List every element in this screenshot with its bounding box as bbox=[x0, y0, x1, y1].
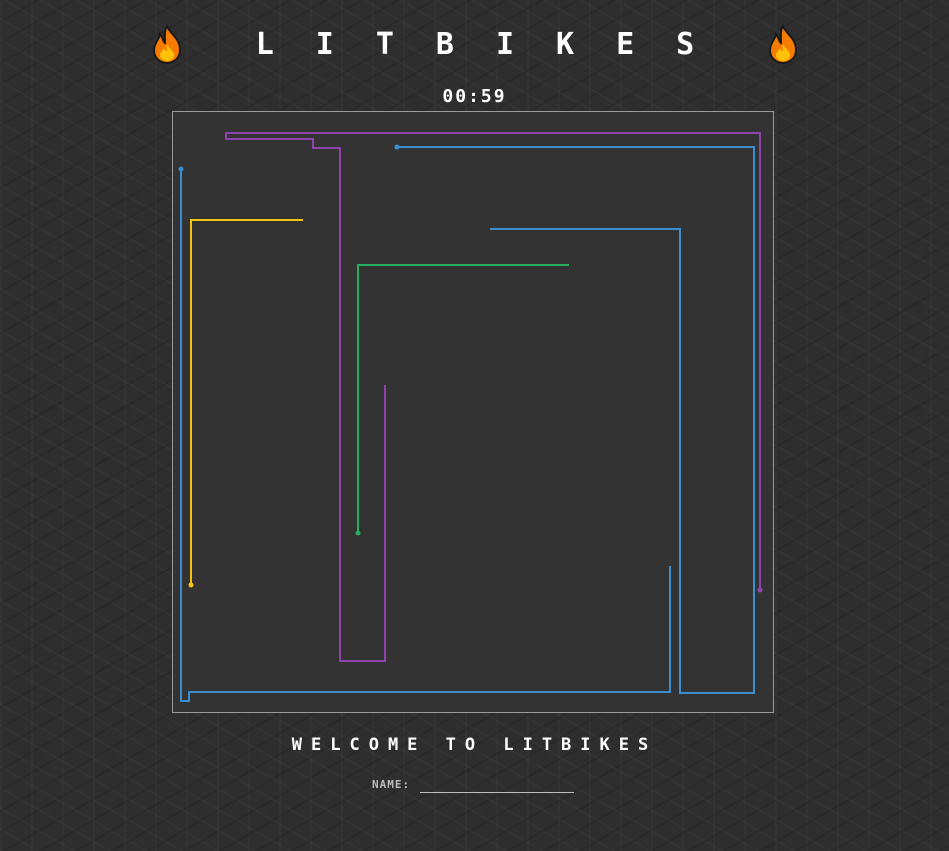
welcome-message: WELCOME TO LITBIKES bbox=[291, 735, 658, 755]
purple-bike bbox=[757, 587, 763, 593]
fire-icon bbox=[768, 24, 798, 64]
green-bike bbox=[355, 530, 361, 536]
yellow-trail bbox=[190, 219, 303, 585]
name-label: NAME: bbox=[372, 778, 411, 791]
blue-trail-2 bbox=[180, 169, 671, 702]
name-input[interactable] bbox=[420, 776, 575, 793]
page-title: LITBIKES bbox=[255, 26, 737, 62]
name-form: NAME: bbox=[372, 776, 575, 793]
blue-bike bbox=[394, 144, 400, 150]
yellow-bike bbox=[188, 582, 194, 588]
arena-canvas bbox=[178, 132, 763, 702]
header: LITBIKES bbox=[150, 20, 800, 68]
game-timer: 00:59 bbox=[442, 86, 507, 107]
green-trail bbox=[357, 264, 569, 533]
game-arena[interactable] bbox=[172, 111, 774, 713]
blue-bike-2 bbox=[178, 166, 184, 172]
blue-trail bbox=[397, 146, 755, 694]
fire-icon bbox=[152, 24, 182, 64]
